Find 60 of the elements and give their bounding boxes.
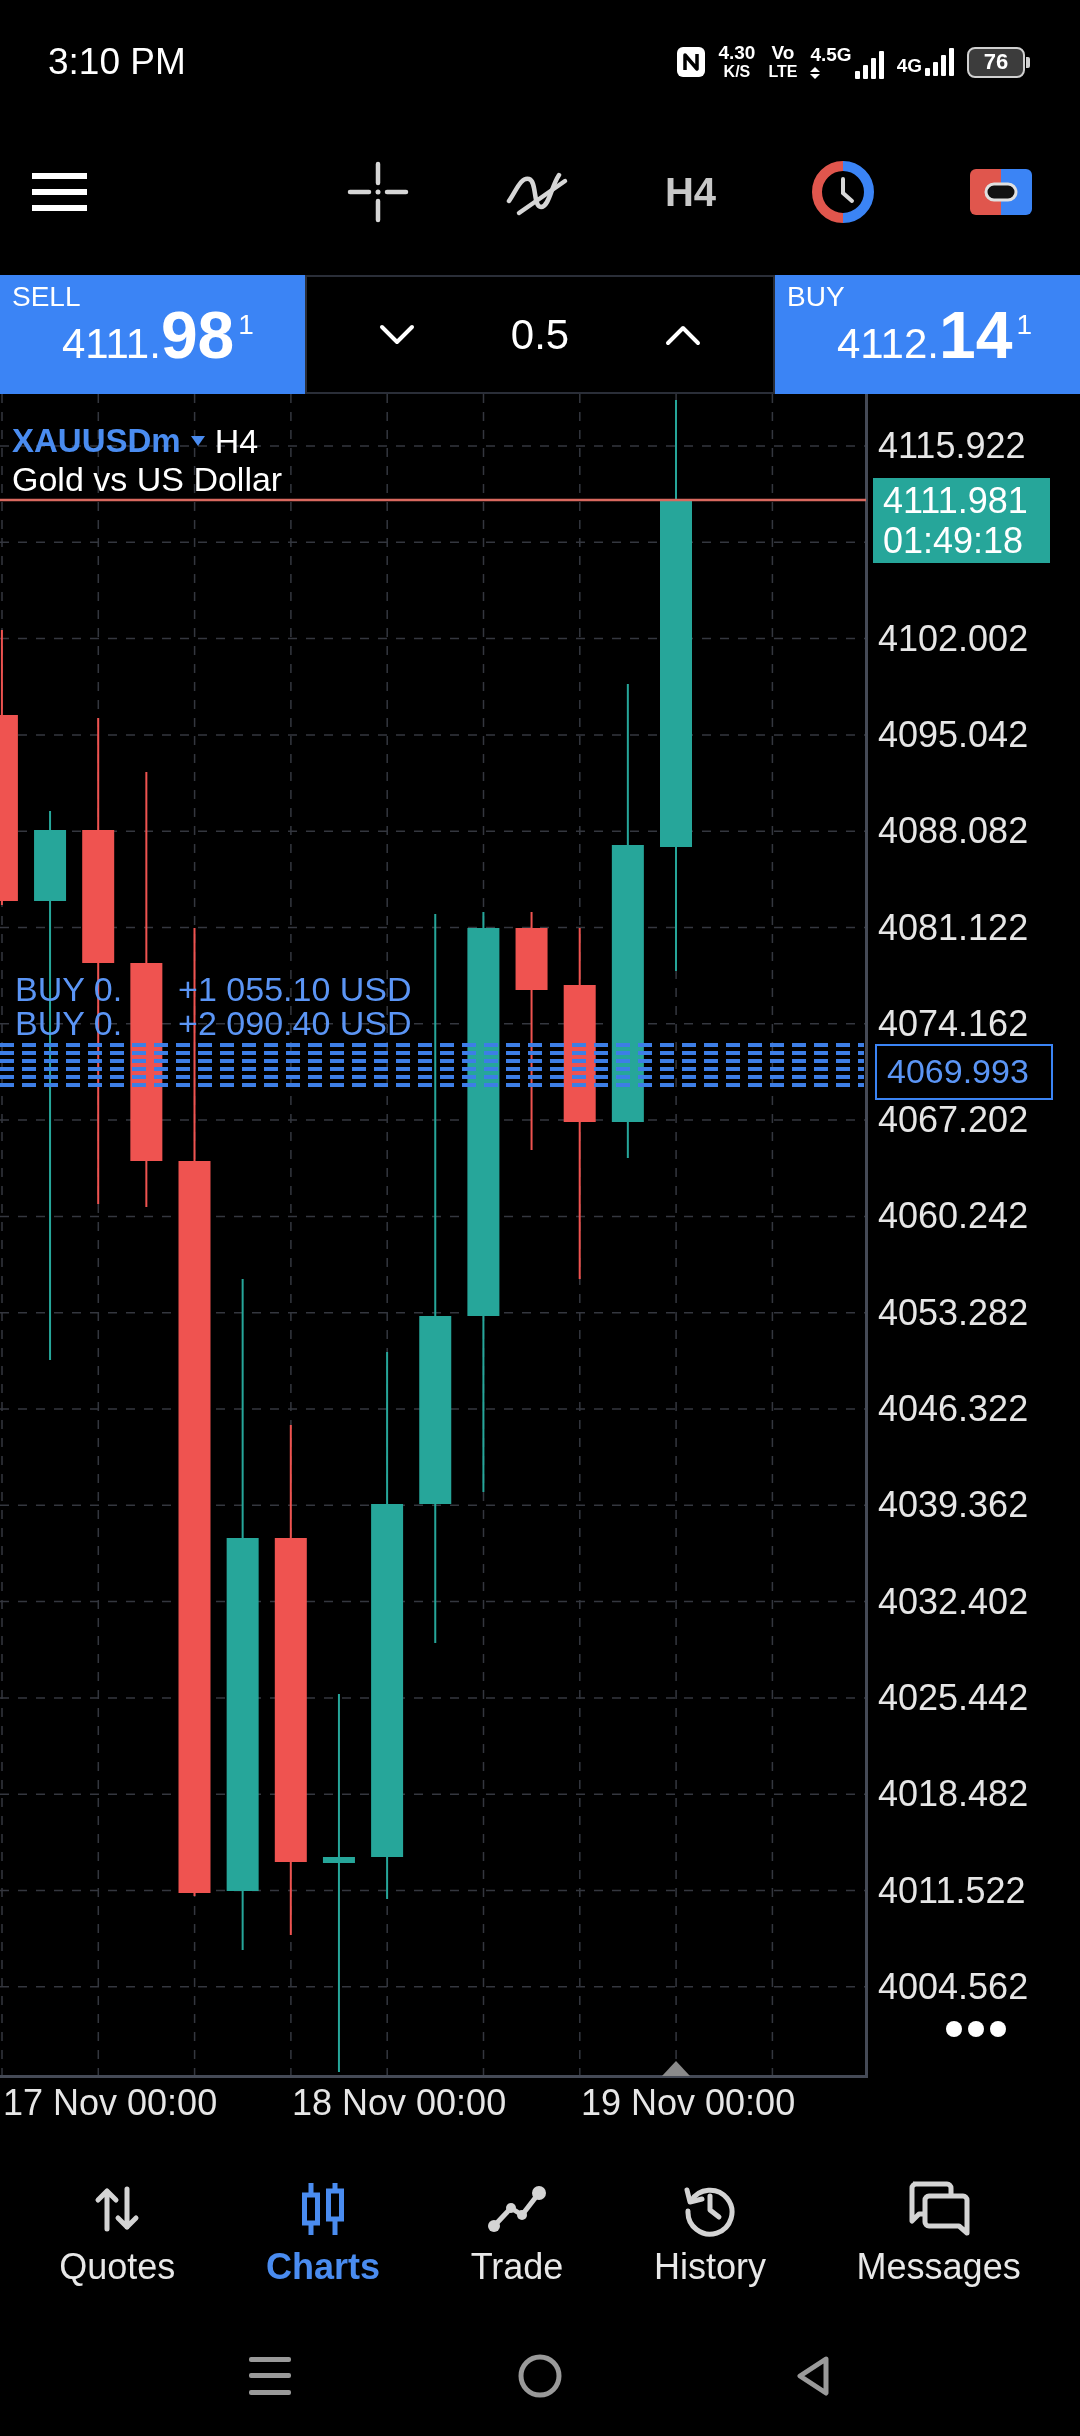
bar-countdown-label: 01:49:18 xyxy=(883,520,1024,561)
menu-icon[interactable] xyxy=(249,2357,291,2395)
price-axis-label: 4095.042 xyxy=(878,714,1029,755)
timeframe-button[interactable]: H4 xyxy=(664,169,717,214)
nav-tab[interactable]: Messages xyxy=(856,2181,1021,2287)
nav-tab[interactable]: Quotes xyxy=(59,2181,176,2287)
price-axis-label: 4074.162 xyxy=(878,1003,1029,1044)
chevron-down-icon[interactable] xyxy=(379,323,415,346)
nav-tab[interactable]: History xyxy=(653,2181,766,2287)
volte-label: Vo xyxy=(771,43,795,63)
signal-icon xyxy=(854,51,884,79)
battery-indicator: 76 xyxy=(967,46,1030,78)
symbol-description: Gold vs US Dollar xyxy=(12,460,283,498)
chevron-up-icon[interactable] xyxy=(665,323,701,346)
candlesticks-icon xyxy=(299,2181,347,2237)
price-axis-label: 4115.922 xyxy=(878,426,1026,466)
price-axis-label: 4081.122 xyxy=(878,907,1029,948)
more-icon[interactable] xyxy=(946,2020,1006,2038)
symbol-selector[interactable]: XAUUSDm xyxy=(12,422,205,460)
chart-timeframe-label: H4 xyxy=(214,422,259,460)
clock-icon[interactable] xyxy=(812,160,875,223)
price-axis-label: 4011.522 xyxy=(878,1870,1026,1911)
network-speed-unit: K/S xyxy=(723,63,751,81)
caret-icon xyxy=(190,436,205,446)
network-speed-value: 4.30 xyxy=(718,43,756,63)
current-price-label: 4111.981 xyxy=(883,480,1028,521)
price-axis-label: 4018.482 xyxy=(878,1774,1029,1815)
position-price-tag: 4069.993 xyxy=(875,1044,1053,1100)
triangle-marker-icon xyxy=(662,2061,690,2076)
network-type-label: 4G xyxy=(896,56,922,76)
home-circle-icon[interactable] xyxy=(518,2354,562,2398)
toggle-icon[interactable] xyxy=(970,168,1032,215)
network-type-label: 4.5G xyxy=(810,45,852,65)
price-axis-label: 4046.322 xyxy=(878,1389,1029,1429)
nfc-icon xyxy=(677,47,706,77)
price-axis-label: 4025.442 xyxy=(878,1677,1029,1718)
status-time: 3:10 PM xyxy=(48,41,186,83)
volume-field[interactable]: 0.5 xyxy=(510,310,570,359)
buy-button[interactable]: BUY 4112.14$^{1}$ xyxy=(775,275,1080,394)
price-axis-label: 4039.362 xyxy=(878,1485,1029,1526)
crosshair-icon[interactable] xyxy=(347,160,409,223)
sell-button[interactable]: SELL 4111.98$^{1}$ xyxy=(0,275,305,394)
price-axis-label: 4004.562 xyxy=(878,1966,1029,2007)
line-chart-icon xyxy=(487,2185,547,2233)
price-axis-label: 4102.002 xyxy=(878,618,1029,659)
lte-label: LTE xyxy=(768,63,798,81)
price-axis-label: 4088.082 xyxy=(878,811,1029,852)
price-axis-label: 4060.242 xyxy=(878,1196,1029,1237)
nav-tab[interactable]: Charts xyxy=(266,2181,380,2287)
price-axis-label: 4053.282 xyxy=(878,1292,1029,1333)
price-axis-label: 4067.202 xyxy=(878,1100,1029,1141)
time-axis-label: 19 Nov 00:00 xyxy=(581,2083,796,2123)
menu-icon[interactable] xyxy=(32,172,87,211)
data-arrows-icon xyxy=(810,67,821,79)
price-axis-label: 4032.402 xyxy=(878,1581,1029,1622)
signal-icon xyxy=(925,48,954,76)
time-axis-label: 17 Nov 00:00 xyxy=(3,2083,218,2123)
time-axis-label: 18 Nov 00:00 xyxy=(292,2083,507,2123)
nav-tab[interactable]: Trade xyxy=(470,2181,564,2287)
back-icon[interactable] xyxy=(796,2355,830,2397)
